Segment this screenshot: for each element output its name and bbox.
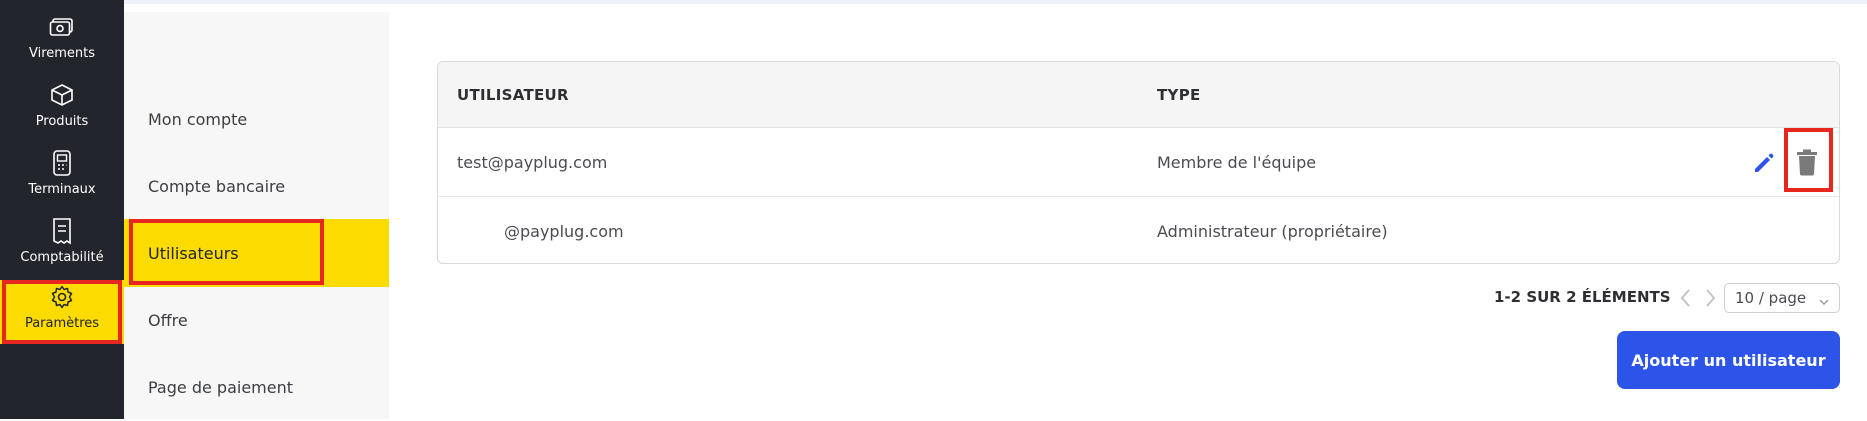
nav-label: Terminaux — [28, 182, 96, 197]
add-user-button[interactable]: Ajouter un utilisateur — [1617, 331, 1840, 389]
column-header-user: UTILISATEUR — [457, 86, 569, 104]
nav-item-produits[interactable]: Produits — [0, 80, 124, 144]
delete-trash-icon[interactable] — [1794, 147, 1820, 177]
page-size-value: 10 / page — [1735, 289, 1807, 307]
top-border — [0, 0, 1867, 4]
gear-icon — [47, 282, 77, 312]
nav-label: Produits — [35, 114, 89, 129]
nav-label: Virements — [28, 46, 96, 61]
user-type: Membre de l'équipe — [1157, 153, 1317, 172]
table-header: UTILISATEUR TYPE — [438, 62, 1839, 128]
box-icon — [47, 80, 77, 110]
nav-item-comptabilite[interactable]: Comptabilité — [0, 216, 124, 280]
settings-item-utilisateurs[interactable]: Utilisateurs — [124, 219, 389, 287]
receipt-icon — [47, 216, 77, 246]
edit-pencil-icon[interactable] — [1751, 150, 1777, 176]
page-size-select[interactable]: 10 / page — [1724, 283, 1840, 313]
table-row: test@payplug.com Membre de l'équipe — [438, 129, 1839, 197]
pagination-summary: 1-2 SUR 2 ÉLÉMENTS — [1494, 288, 1671, 306]
money-transfer-icon — [47, 12, 77, 42]
users-table: UTILISATEUR TYPE test@payplug.com Membre… — [437, 61, 1840, 264]
chevron-left-icon[interactable] — [1676, 287, 1696, 309]
user-type: Administrateur (propriétaire) — [1157, 222, 1388, 241]
nav-item-parametres[interactable]: Paramètres — [0, 280, 124, 344]
main-sidebar: Virements Produits Terminaux Comptabilit… — [0, 0, 124, 419]
nav-item-terminaux[interactable]: Terminaux — [0, 148, 124, 212]
table-row: @payplug.com Administrateur (propriétair… — [438, 198, 1839, 263]
column-header-type: TYPE — [1157, 86, 1201, 104]
user-email: test@payplug.com — [457, 153, 608, 172]
nav-item-virements[interactable]: Virements — [0, 12, 124, 76]
settings-item-compte-bancaire[interactable]: Compte bancaire — [124, 152, 389, 220]
settings-item-offre[interactable]: Offre — [124, 286, 389, 354]
chevron-right-icon[interactable] — [1700, 287, 1720, 309]
chevron-down-icon — [1819, 293, 1829, 305]
terminal-icon — [47, 148, 77, 178]
settings-menu: Mon compte Compte bancaire Utilisateurs … — [124, 12, 389, 419]
settings-item-page-de-paiement[interactable]: Page de paiement — [124, 353, 389, 421]
nav-label: Paramètres — [24, 316, 100, 331]
user-email: @payplug.com — [504, 222, 624, 241]
settings-item-mon-compte[interactable]: Mon compte — [124, 85, 389, 153]
nav-label: Comptabilité — [20, 250, 104, 265]
